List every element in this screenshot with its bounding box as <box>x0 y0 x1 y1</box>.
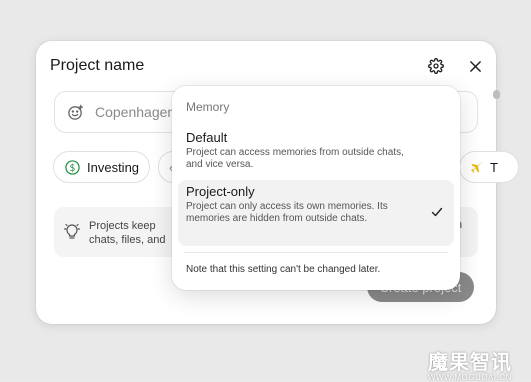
watermark: 魔果智讯 WWW.MOGUOAI.CN <box>428 346 528 382</box>
modal-title: Project name <box>50 57 145 74</box>
option-description: Project can only access its own memories… <box>186 201 388 224</box>
chip-travel[interactable]: T <box>459 151 519 183</box>
svg-text:$: $ <box>70 162 76 173</box>
option-description: Project can access memories from outside… <box>186 147 404 170</box>
memory-dropdown-menu: Memory Default Project can access memori… <box>172 86 460 290</box>
checkmark-icon <box>431 207 443 217</box>
menu-option-default[interactable]: Default Project can access memories from… <box>178 126 454 178</box>
watermark-title: 魔果智讯 <box>428 352 512 374</box>
scroll-indicator <box>493 90 500 99</box>
chip-label: Investing <box>87 159 140 175</box>
emoji-picker-icon[interactable] <box>67 104 84 126</box>
lightbulb-icon <box>64 223 80 239</box>
info-text: Projects keep chats, files, and custom i… <box>89 220 166 249</box>
gear-icon <box>428 58 444 74</box>
option-title: Project-only <box>186 184 255 199</box>
menu-option-project-only[interactable]: Project-only Project can only access its… <box>178 180 454 246</box>
chip-investing[interactable]: $ Investing <box>53 151 150 183</box>
menu-header: Memory <box>186 100 230 114</box>
close-icon <box>469 60 481 72</box>
option-title: Default <box>186 130 228 145</box>
close-button[interactable] <box>461 52 489 80</box>
settings-button[interactable] <box>422 52 450 80</box>
menu-divider <box>184 252 448 253</box>
airplane-icon <box>471 161 483 173</box>
chip-label: T <box>490 159 498 175</box>
menu-note: Note that this setting can't be changed … <box>186 264 381 275</box>
dollar-icon: $ <box>65 159 80 175</box>
